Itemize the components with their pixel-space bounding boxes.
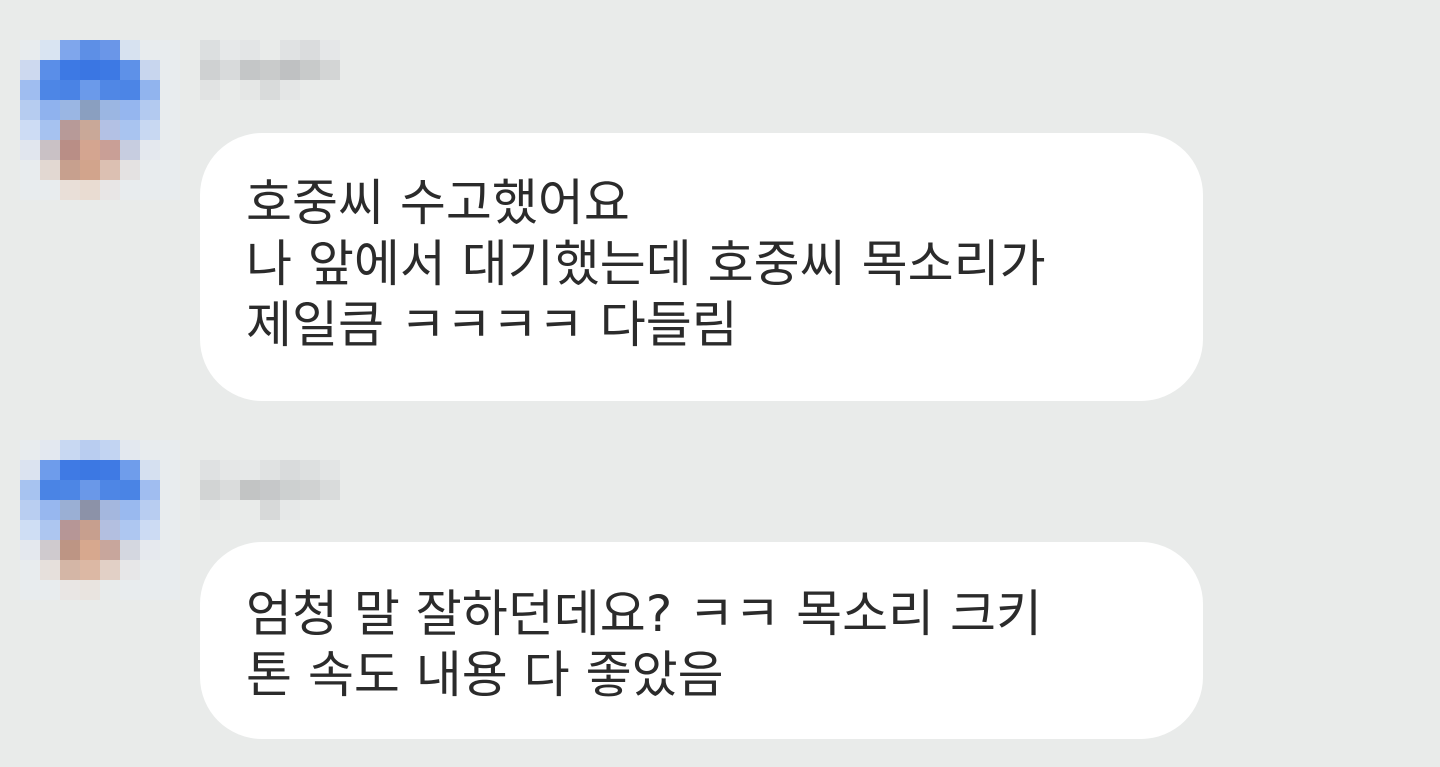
message-text: 엄청 말 잘하던데요? ㅋㅋ 목소리 크키 톤 속도 내용 다 좋았음 bbox=[246, 585, 1043, 704]
message-bubble[interactable]: 엄청 말 잘하던데요? ㅋㅋ 목소리 크키 톤 속도 내용 다 좋았음 bbox=[200, 542, 1203, 739]
chat-screen: { "colors": { "background": "#e9ebea", "… bbox=[0, 0, 1440, 767]
message-text: 호중씨 수고했어요 나 앞에서 대기했는데 호중씨 목소리가 제일큼 ㅋㅋㅋㅋ … bbox=[246, 174, 1046, 354]
sender-name-blurred bbox=[200, 460, 340, 520]
pixelated-avatar-icon[interactable] bbox=[20, 440, 180, 600]
message-bubble[interactable]: 호중씨 수고했어요 나 앞에서 대기했는데 호중씨 목소리가 제일큼 ㅋㅋㅋㅋ … bbox=[200, 133, 1203, 401]
pixelated-avatar-icon[interactable] bbox=[20, 40, 180, 200]
sender-name-blurred bbox=[200, 40, 340, 100]
